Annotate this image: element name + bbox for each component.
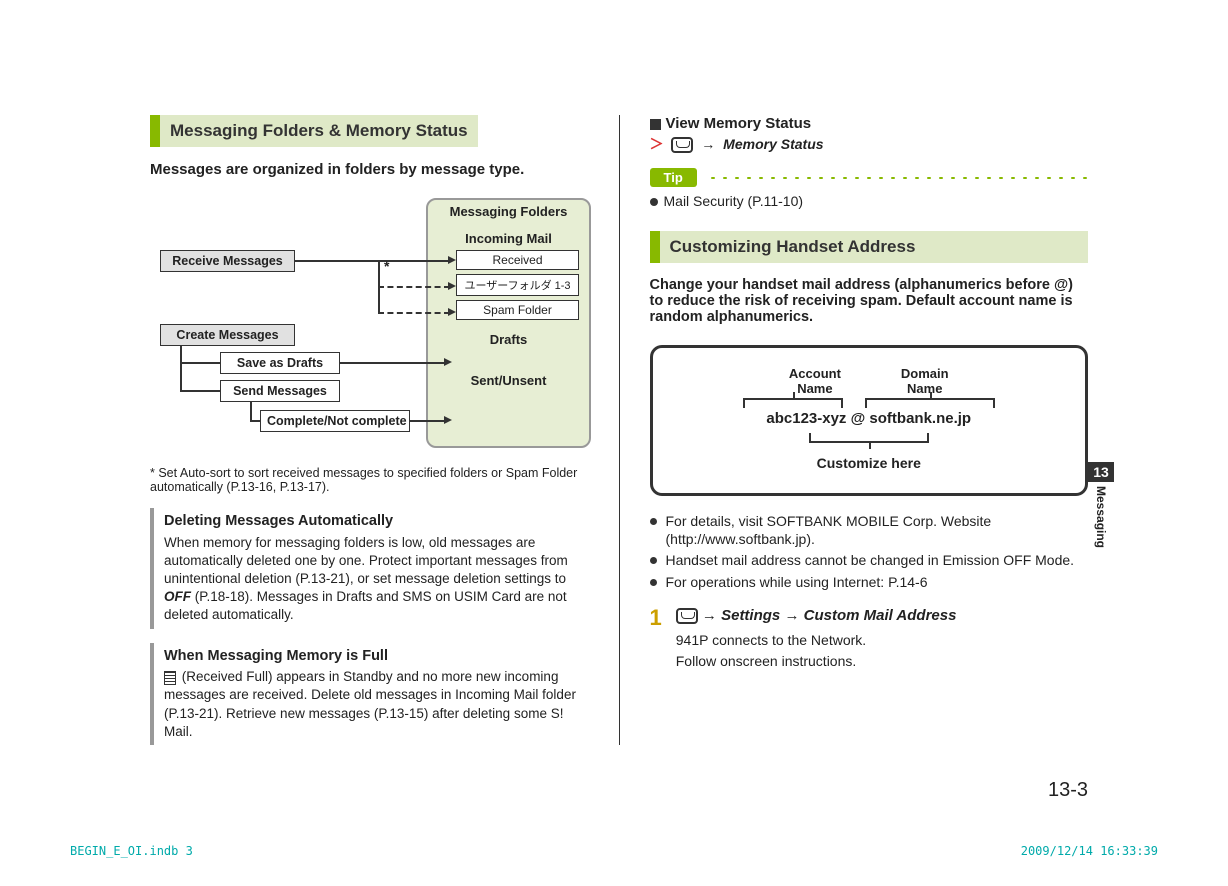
- memory-status-action: Memory Status: [723, 136, 823, 152]
- incoming-mail-label: Incoming Mail: [428, 231, 589, 246]
- folders-diagram: Messaging Folders Incoming Mail Received…: [150, 198, 589, 458]
- account-name-label: Account Name: [789, 366, 841, 396]
- account-value: abc123-xyz: [766, 410, 846, 427]
- settings-action: Settings: [721, 607, 780, 624]
- panel-title: Messaging Folders: [428, 204, 589, 219]
- footnote-star: *: [384, 258, 389, 274]
- deleting-auto-aside: Deleting Messages Automatically When mem…: [150, 508, 589, 629]
- domain-value: softbank.ne.jp: [869, 410, 971, 427]
- intro-text: Messages are organized in folders by mes…: [150, 161, 589, 178]
- section-heading-folders: Messaging Folders & Memory Status: [150, 115, 478, 147]
- domain-name-label: Domain Name: [901, 366, 949, 396]
- sequence-marker: ＞: [650, 136, 664, 152]
- tip-item: Mail Security (P.11-10): [650, 193, 1089, 209]
- drafts-label: Drafts: [428, 332, 589, 347]
- square-bullet-icon: [650, 119, 661, 130]
- save-as-drafts-box: Save as Drafts: [220, 352, 340, 374]
- view-memory-heading: View Memory Status: [650, 115, 1089, 132]
- arrow-icon: →: [784, 607, 799, 624]
- step-detail-2: Follow onscreen instructions.: [676, 651, 957, 672]
- view-memory-label: View Memory Status: [666, 115, 812, 132]
- chapter-tab: 13 Messaging: [1088, 462, 1114, 548]
- step-detail-1: 941P connects to the Network.: [676, 630, 957, 651]
- address-panel: Account Name Domain Name abc123-xyz @ so…: [650, 345, 1089, 496]
- section-heading-address: Customizing Handset Address: [650, 231, 1089, 263]
- aside-body-pre: When memory for messaging folders is low…: [164, 535, 568, 586]
- step-number: 1: [650, 605, 662, 673]
- chapter-label: Messaging: [1094, 486, 1108, 548]
- at-symbol: @: [851, 410, 866, 427]
- aside-body-post: (P.18-18). Messages in Drafts and SMS on…: [164, 589, 567, 622]
- aside-title-deleting: Deleting Messages Automatically: [164, 512, 589, 532]
- tip-dots: [707, 175, 1088, 181]
- spam-folder: Spam Folder: [456, 300, 579, 320]
- mail-icon: [671, 137, 693, 153]
- tip-badge: Tip: [650, 168, 697, 187]
- receive-messages-box: Receive Messages: [160, 250, 295, 272]
- bracket-icon: [865, 398, 995, 408]
- bracket-icon: [743, 398, 843, 408]
- received-full-icon: [164, 671, 176, 685]
- arrow-icon: →: [702, 607, 717, 624]
- list-item: Handset mail address cannot be changed i…: [650, 551, 1089, 569]
- lower-bracket-icon: [809, 433, 929, 443]
- page-number: 13-3: [1048, 779, 1088, 802]
- notes-list: For details, visit SOFTBANK MOBILE Corp.…: [650, 512, 1089, 591]
- footer-file: BEGIN_E_OI.indb 3: [70, 844, 193, 858]
- memory-full-aside: When Messaging Memory is Full (Received …: [150, 643, 589, 745]
- chapter-number: 13: [1088, 462, 1114, 482]
- aside-full-body: (Received Full) appears in Standby and n…: [164, 669, 576, 739]
- arrow-icon: →: [701, 136, 715, 152]
- send-messages-box: Send Messages: [220, 380, 340, 402]
- tip-row: Tip: [650, 168, 1089, 187]
- sent-label: Sent/Unsent: [428, 373, 589, 388]
- off-emphasis: OFF: [164, 589, 191, 604]
- list-item: For details, visit SOFTBANK MOBILE Corp.…: [650, 512, 1089, 548]
- user-folder: ユーザーフォルダ 1-3: [456, 274, 579, 296]
- create-messages-box: Create Messages: [160, 324, 295, 346]
- list-item: For operations while using Internet: P.1…: [650, 573, 1089, 591]
- step-row: 1 → Settings → Custom Mail Address 941P …: [650, 605, 1089, 673]
- address-intro: Change your handset mail address (alphan…: [650, 277, 1089, 325]
- messaging-folders-panel: Messaging Folders Incoming Mail Received…: [426, 198, 591, 448]
- tip-text: Mail Security (P.11-10): [664, 193, 804, 209]
- aside-title-full: When Messaging Memory is Full: [164, 647, 589, 667]
- bullet-icon: [650, 198, 658, 206]
- view-memory-sequence: ＞ → Memory Status: [650, 134, 1089, 154]
- customize-here-label: Customize here: [673, 455, 1066, 471]
- footer-timestamp: 2009/12/14 16:33:39: [1021, 844, 1158, 858]
- received-folder: Received: [456, 250, 579, 270]
- complete-box: Complete/Not complete: [260, 410, 410, 432]
- mail-icon: [676, 608, 698, 624]
- custom-mail-action: Custom Mail Address: [804, 607, 957, 624]
- autosort-footnote: * Set Auto-sort to sort received message…: [150, 466, 589, 494]
